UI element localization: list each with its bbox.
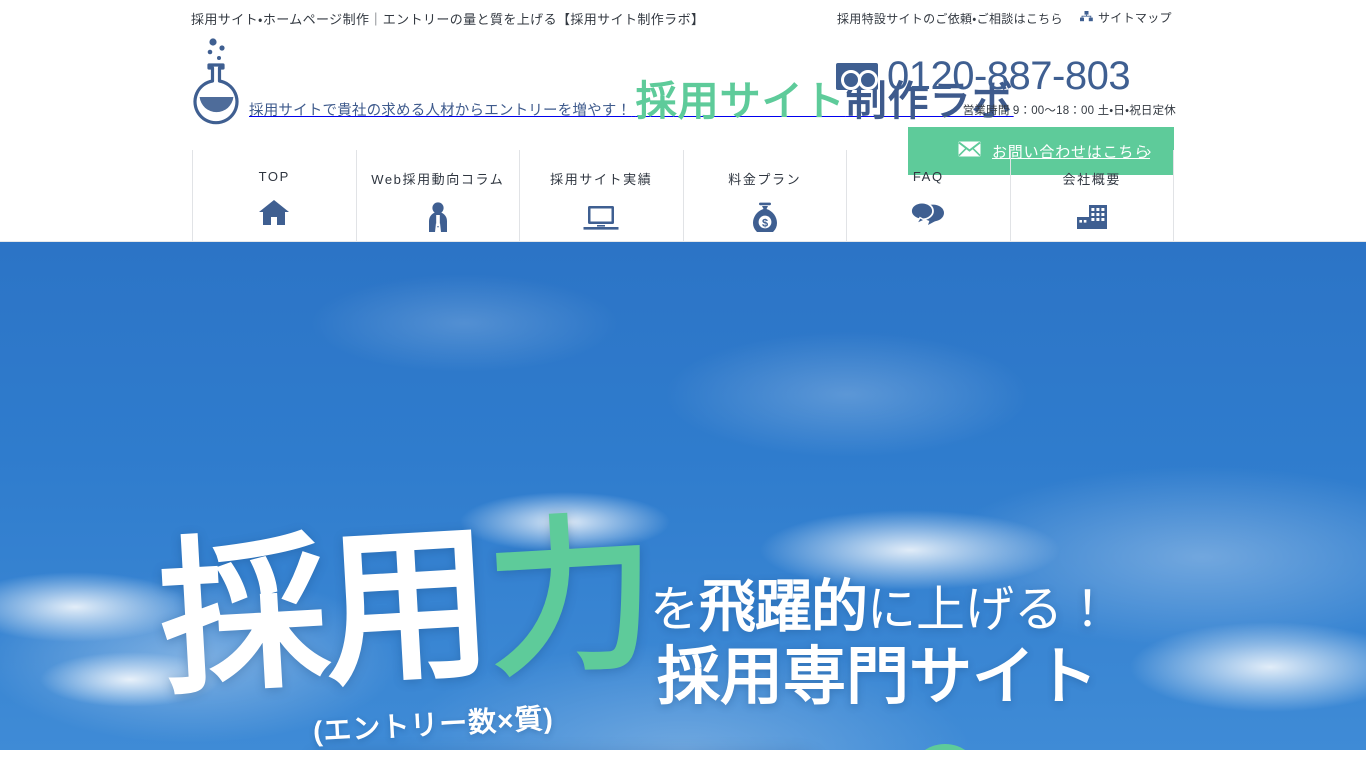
logo-main-green: 採用サイト	[635, 77, 846, 124]
hero-headline-white: 採用	[154, 508, 493, 715]
nav-item-site-results[interactable]: 採用サイト実績	[519, 150, 683, 241]
building-icon	[1075, 202, 1109, 232]
telephone-block: 0120-887-803 営業時間 9：00〜18：00 土・日・祝日定休	[836, 56, 1176, 118]
nav-label: Web採用動向コラム	[371, 172, 505, 187]
hero-line1-a: を	[650, 583, 700, 637]
svg-text:$: $	[762, 217, 768, 229]
nav-item-top[interactable]: TOP	[192, 150, 356, 241]
hero-headline-line1: を飛躍的に上げる！	[650, 579, 1112, 636]
nav-item-web-column[interactable]: Web採用動向コラム	[355, 150, 520, 241]
business-hours: 営業時間 9：00〜18：00 土・日・祝日定休	[962, 105, 1176, 117]
nav-label: 会社概要	[1062, 172, 1121, 187]
site-tagline: 採用サイト・ホームページ制作｜エントリーの量と質を上げる【採用サイト制作ラボ】	[191, 12, 705, 27]
hero-banner: 採用力 (エントリー数×質) を飛躍的に上げる！ 採用専門サイト たった 3ヶ月…	[0, 242, 1366, 750]
nav-label: FAQ	[912, 169, 944, 184]
header-main: 採用サイトで貴社の求める人材からエントリーを増やす！ 採用サイト制作ラボ 012…	[0, 32, 1366, 175]
top-bar: 採用サイト・ホームページ制作｜エントリーの量と質を上げる【採用サイト制作ラボ】 …	[0, 0, 1366, 32]
money-bag-icon: $	[752, 202, 778, 232]
nav-label: 料金プラン	[728, 172, 802, 187]
flask-icon	[191, 35, 243, 127]
hero-headline-line2: 採用専門サイト	[657, 642, 1098, 712]
home-icon	[258, 198, 290, 228]
speech-bubbles-icon	[910, 198, 946, 228]
hero-headline-green: 力	[482, 499, 657, 697]
page-root: 採用サイト・ホームページ制作｜エントリーの量と質を上げる【採用サイト制作ラボ】 …	[0, 0, 1366, 768]
logo-subtitle: 採用サイトで貴社の求める人材からエントリーを増やす！	[249, 102, 632, 119]
main-navigation: TOP Web採用動向コラム 採用サイト実績 料金プラン $ FAQ 会社概要	[0, 150, 1366, 242]
nav-item-pricing[interactable]: 料金プラン $	[682, 150, 847, 241]
hero-headline: 採用力 (エントリー数×質) を飛躍的に上げる！ 採用専門サイト	[0, 242, 1366, 750]
sitemap-icon	[1080, 10, 1093, 25]
nav-label: 採用サイト実績	[550, 172, 653, 187]
hero-headline-primary: 採用力	[155, 500, 657, 715]
freedial-icon	[836, 62, 878, 90]
nav-item-company[interactable]: 会社概要	[1009, 150, 1174, 241]
nav-item-faq[interactable]: FAQ	[846, 150, 1010, 241]
sitemap-link[interactable]: サイトマップ	[1080, 9, 1172, 26]
contact-lead-text: 採用特設サイトのご依頼・ご相談はこちら	[837, 12, 1063, 26]
telephone-number[interactable]: 0120-887-803	[887, 56, 1131, 96]
person-tie-icon	[425, 202, 451, 232]
hero-line1-c: に上げる！	[867, 583, 1113, 637]
nav-label: TOP	[258, 169, 290, 184]
laptop-icon	[583, 202, 619, 232]
sitemap-label: サイトマップ	[1098, 11, 1172, 25]
hero-line1-b: 飛躍的	[699, 575, 868, 639]
